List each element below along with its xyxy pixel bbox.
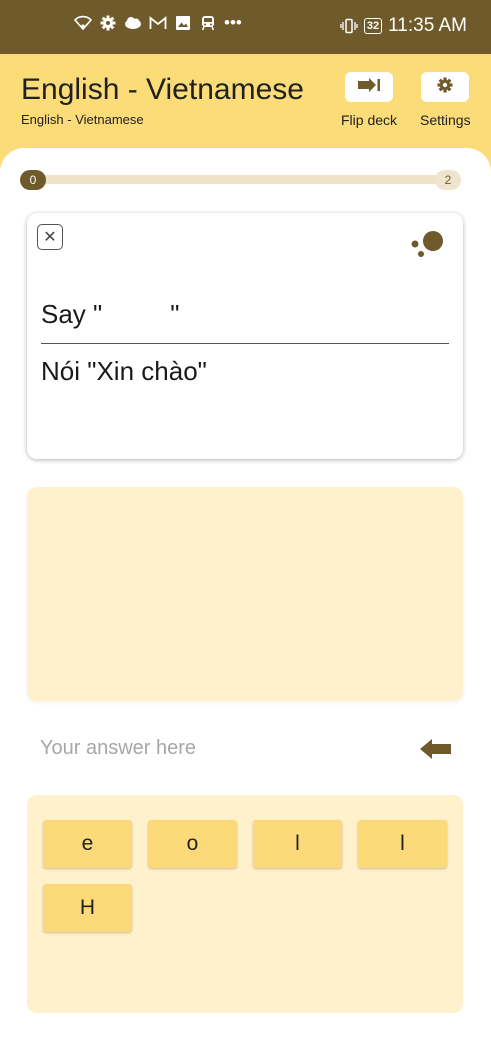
- answer-row: Your answer here: [40, 737, 452, 763]
- card-divider: [41, 343, 449, 344]
- letter-bank: e o l l H: [27, 795, 463, 1013]
- flashcard: ✕ Say " " Nói "Xin chào": [27, 213, 463, 459]
- train-icon: [199, 14, 217, 32]
- deck-subtitle: English - Vietnamese: [21, 112, 144, 127]
- close-icon[interactable]: ✕: [37, 224, 63, 250]
- letter-tile[interactable]: l: [253, 820, 342, 868]
- wifi-icon: [74, 14, 92, 32]
- deck-title: English - Vietnamese: [21, 73, 304, 106]
- gmail-icon: [149, 14, 167, 32]
- progress-bar: 0 2: [20, 170, 461, 190]
- cloud-icon: [124, 14, 142, 32]
- more-icon: •••: [224, 13, 242, 32]
- status-icons: •••: [74, 13, 242, 33]
- prompt-prefix: Say ": [41, 299, 103, 329]
- backspace-icon[interactable]: [420, 738, 452, 760]
- status-bar: ••• 32 11:35 AM: [0, 0, 491, 54]
- answer-drop-area[interactable]: [27, 487, 463, 701]
- settings-label: Settings: [420, 112, 471, 128]
- gear-icon: [437, 77, 453, 98]
- battery-icon: 32: [363, 18, 383, 34]
- flip-deck-icon-button[interactable]: [345, 72, 394, 102]
- progress-track: [30, 175, 451, 184]
- flip-deck-button[interactable]: Flip deck: [341, 72, 397, 128]
- progress-total: 2: [435, 170, 461, 190]
- card-prompt: Say " ": [41, 299, 180, 330]
- flip-deck-label: Flip deck: [341, 112, 398, 128]
- vibrate-icon: [340, 17, 358, 35]
- prompt-suffix: ": [170, 299, 180, 329]
- letter-tile[interactable]: H: [43, 884, 132, 932]
- status-right: 32 11:35 AM: [340, 15, 467, 37]
- flip-arrow-icon: [358, 77, 381, 97]
- image-icon: [174, 14, 192, 32]
- settings-button[interactable]: Settings: [420, 72, 471, 128]
- letter-tile[interactable]: l: [358, 820, 447, 868]
- letter-tile[interactable]: e: [43, 820, 132, 868]
- answer-input[interactable]: Your answer here: [40, 737, 196, 760]
- settings-icon: [99, 14, 117, 32]
- card-translation: Nói "Xin chào": [41, 356, 207, 386]
- progress-current: 0: [20, 170, 46, 190]
- status-time: 11:35 AM: [388, 15, 467, 36]
- bubbles-icon: [406, 229, 446, 261]
- letter-tile[interactable]: o: [148, 820, 237, 868]
- settings-icon-button[interactable]: [421, 72, 470, 102]
